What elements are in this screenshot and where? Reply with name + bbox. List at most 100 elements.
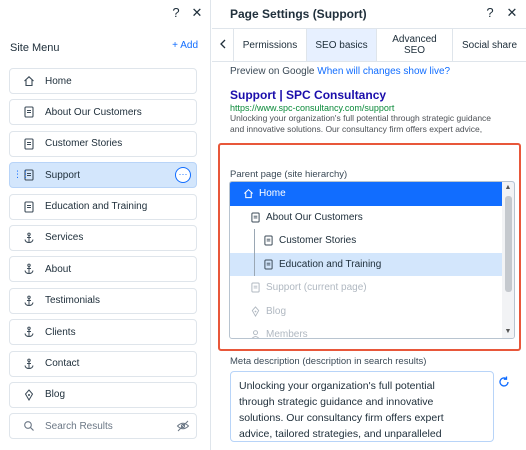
parent-page-label: Parent page (site hierarchy): [230, 169, 348, 180]
preview-description-line: and innovative solutions. Our consultanc…: [230, 124, 483, 134]
dropdown-option-label: Home: [259, 188, 286, 200]
page-icon: [262, 235, 274, 247]
dropdown-option-about-our-customers[interactable]: About Our Customers: [230, 206, 514, 230]
page-icon: [22, 137, 36, 151]
page-icon: [22, 200, 36, 214]
tab-permissions[interactable]: Permissions: [234, 29, 307, 61]
more-actions-button[interactable]: ···: [175, 167, 191, 184]
page-item-label: Home: [45, 75, 72, 87]
home-icon: [22, 74, 36, 88]
changes-live-link[interactable]: When will changes show live?: [317, 66, 450, 77]
meta-description-line: through strategic guidance and innovativ…: [239, 396, 434, 408]
reset-icon[interactable]: [497, 375, 513, 391]
dropdown-option-support: Support (current page): [230, 276, 514, 300]
blog-icon: [22, 388, 36, 402]
site-menu-toolbar: ? ✕: [0, 0, 210, 28]
help-button[interactable]: ?: [482, 5, 498, 21]
dropdown-option-label: About Our Customers: [266, 211, 363, 223]
anchor-icon: [22, 262, 36, 276]
dropdown-option-education-and-training[interactable]: Education and Training: [230, 252, 514, 276]
tab-social-share[interactable]: Social share: [453, 29, 526, 61]
page-item-clients[interactable]: Clients: [9, 319, 197, 346]
google-preview: Support | SPC Consultancy https://www.sp…: [230, 81, 516, 145]
dropdown-option-customer-stories[interactable]: Customer Stories: [230, 229, 514, 253]
meta-description-line: solutions. Our consultancy firm offers e…: [239, 412, 444, 424]
dropdown-option-home[interactable]: Home: [230, 182, 514, 206]
tree-connector: [254, 229, 255, 253]
page-item-home[interactable]: Home: [9, 68, 197, 94]
eye-hidden-icon: [176, 419, 190, 433]
page-icon: [262, 258, 274, 270]
dropdown-option-label: Support (current page): [266, 282, 367, 294]
page-item-label: Services: [45, 232, 84, 244]
meta-description-line: Unlocking your organization's full poten…: [239, 380, 435, 392]
meta-description-line: advice, tailored strategies, and unparal…: [239, 428, 442, 440]
page-item-education-and-training[interactable]: Education and Training: [9, 193, 197, 220]
page-item-contact[interactable]: Contact: [9, 350, 197, 377]
anchor-icon: [22, 231, 36, 245]
blog-icon: [249, 305, 261, 317]
page-item-blog[interactable]: Blog: [9, 381, 197, 408]
page-item-label: Contact: [45, 358, 80, 370]
drag-handle-icon[interactable]: ⋮⋮: [13, 169, 30, 180]
page-item-label: Clients: [45, 326, 76, 338]
anchor-icon: [22, 357, 36, 371]
home-icon: [242, 188, 254, 200]
dropdown-option-label: Blog: [266, 305, 287, 317]
page-settings-panel: Page Settings (Support) ? ✕ Permissions …: [212, 0, 526, 450]
page-icon: [249, 282, 261, 294]
dropdown-option-label: Members: [266, 329, 308, 339]
members-icon: [249, 329, 261, 338]
site-menu-title: Site Menu: [10, 42, 60, 54]
meta-description-field[interactable]: Unlocking your organization's full poten…: [230, 371, 494, 442]
search-icon: [22, 419, 36, 433]
scroll-down-icon[interactable]: ▼: [504, 328, 512, 336]
help-button[interactable]: ?: [168, 5, 184, 21]
page-item-about[interactable]: About: [9, 256, 197, 283]
page-item-customer-stories[interactable]: Customer Stories: [9, 130, 197, 157]
page-item-label: Support: [45, 169, 81, 181]
tab-advanced-seo[interactable]: Advanced SEO: [377, 29, 453, 61]
close-button[interactable]: ✕: [189, 5, 205, 21]
parent-page-dropdown[interactable]: Home About Our Customers Customer Storie…: [229, 181, 515, 339]
page-item-about-our-customers[interactable]: About Our Customers: [9, 99, 197, 126]
dropdown-scrollbar[interactable]: ▲ ▼: [502, 182, 514, 338]
tab-seo-basics[interactable]: SEO basics: [307, 29, 377, 61]
page-item-testimonials[interactable]: Testimonials: [9, 287, 197, 314]
page-settings-title: Page Settings (Support): [230, 7, 367, 21]
meta-description-label: Meta description (description in search …: [230, 356, 427, 367]
site-menu-header: Site Menu + Add: [10, 40, 198, 56]
page-icon: [22, 105, 36, 119]
dropdown-option-blog: Blog: [230, 300, 514, 324]
page-item-label: Blog: [45, 389, 66, 401]
scroll-thumb[interactable]: [505, 196, 512, 292]
page-item-support[interactable]: ⋮⋮ Support ···: [9, 162, 197, 189]
scroll-up-icon[interactable]: ▲: [504, 184, 512, 192]
page-item-label: About: [45, 263, 72, 275]
preview-title: Support | SPC Consultancy: [230, 88, 387, 102]
site-menu-panel: ? ✕ Site Menu + Add Home About Our Custo…: [0, 0, 211, 450]
page-item-label: Testimonials: [45, 295, 101, 307]
add-page-button[interactable]: + Add: [172, 40, 198, 51]
dropdown-option-label: Customer Stories: [279, 235, 357, 247]
settings-tabs: Permissions SEO basics Advanced SEO Soci…: [212, 28, 526, 62]
page-item-label: Customer Stories: [45, 138, 123, 150]
page-icon: [249, 211, 261, 223]
chevron-left-icon: [219, 38, 227, 52]
tabs-scroll-left-button[interactable]: [212, 29, 234, 61]
preview-url: https://www.spc-consultancy.com/support: [230, 103, 395, 113]
page-list: Home About Our Customers Customer Storie…: [9, 68, 197, 445]
close-button[interactable]: ✕: [504, 5, 520, 21]
dropdown-option-members: Members: [230, 323, 514, 339]
anchor-icon: [22, 325, 36, 339]
tree-connector: [254, 252, 255, 276]
page-item-search-results[interactable]: Search Results: [9, 413, 197, 440]
preview-description-line: Unlocking your organization's full poten…: [230, 113, 492, 123]
page-item-services[interactable]: Services: [9, 224, 197, 251]
google-preview-label: Preview on Google When will changes show…: [230, 66, 450, 77]
page-item-label: About Our Customers: [45, 106, 142, 118]
preview-label-text: Preview on Google: [230, 66, 315, 77]
anchor-icon: [22, 294, 36, 308]
page-item-label: Search Results: [45, 420, 113, 432]
dropdown-option-label: Education and Training: [279, 258, 382, 270]
